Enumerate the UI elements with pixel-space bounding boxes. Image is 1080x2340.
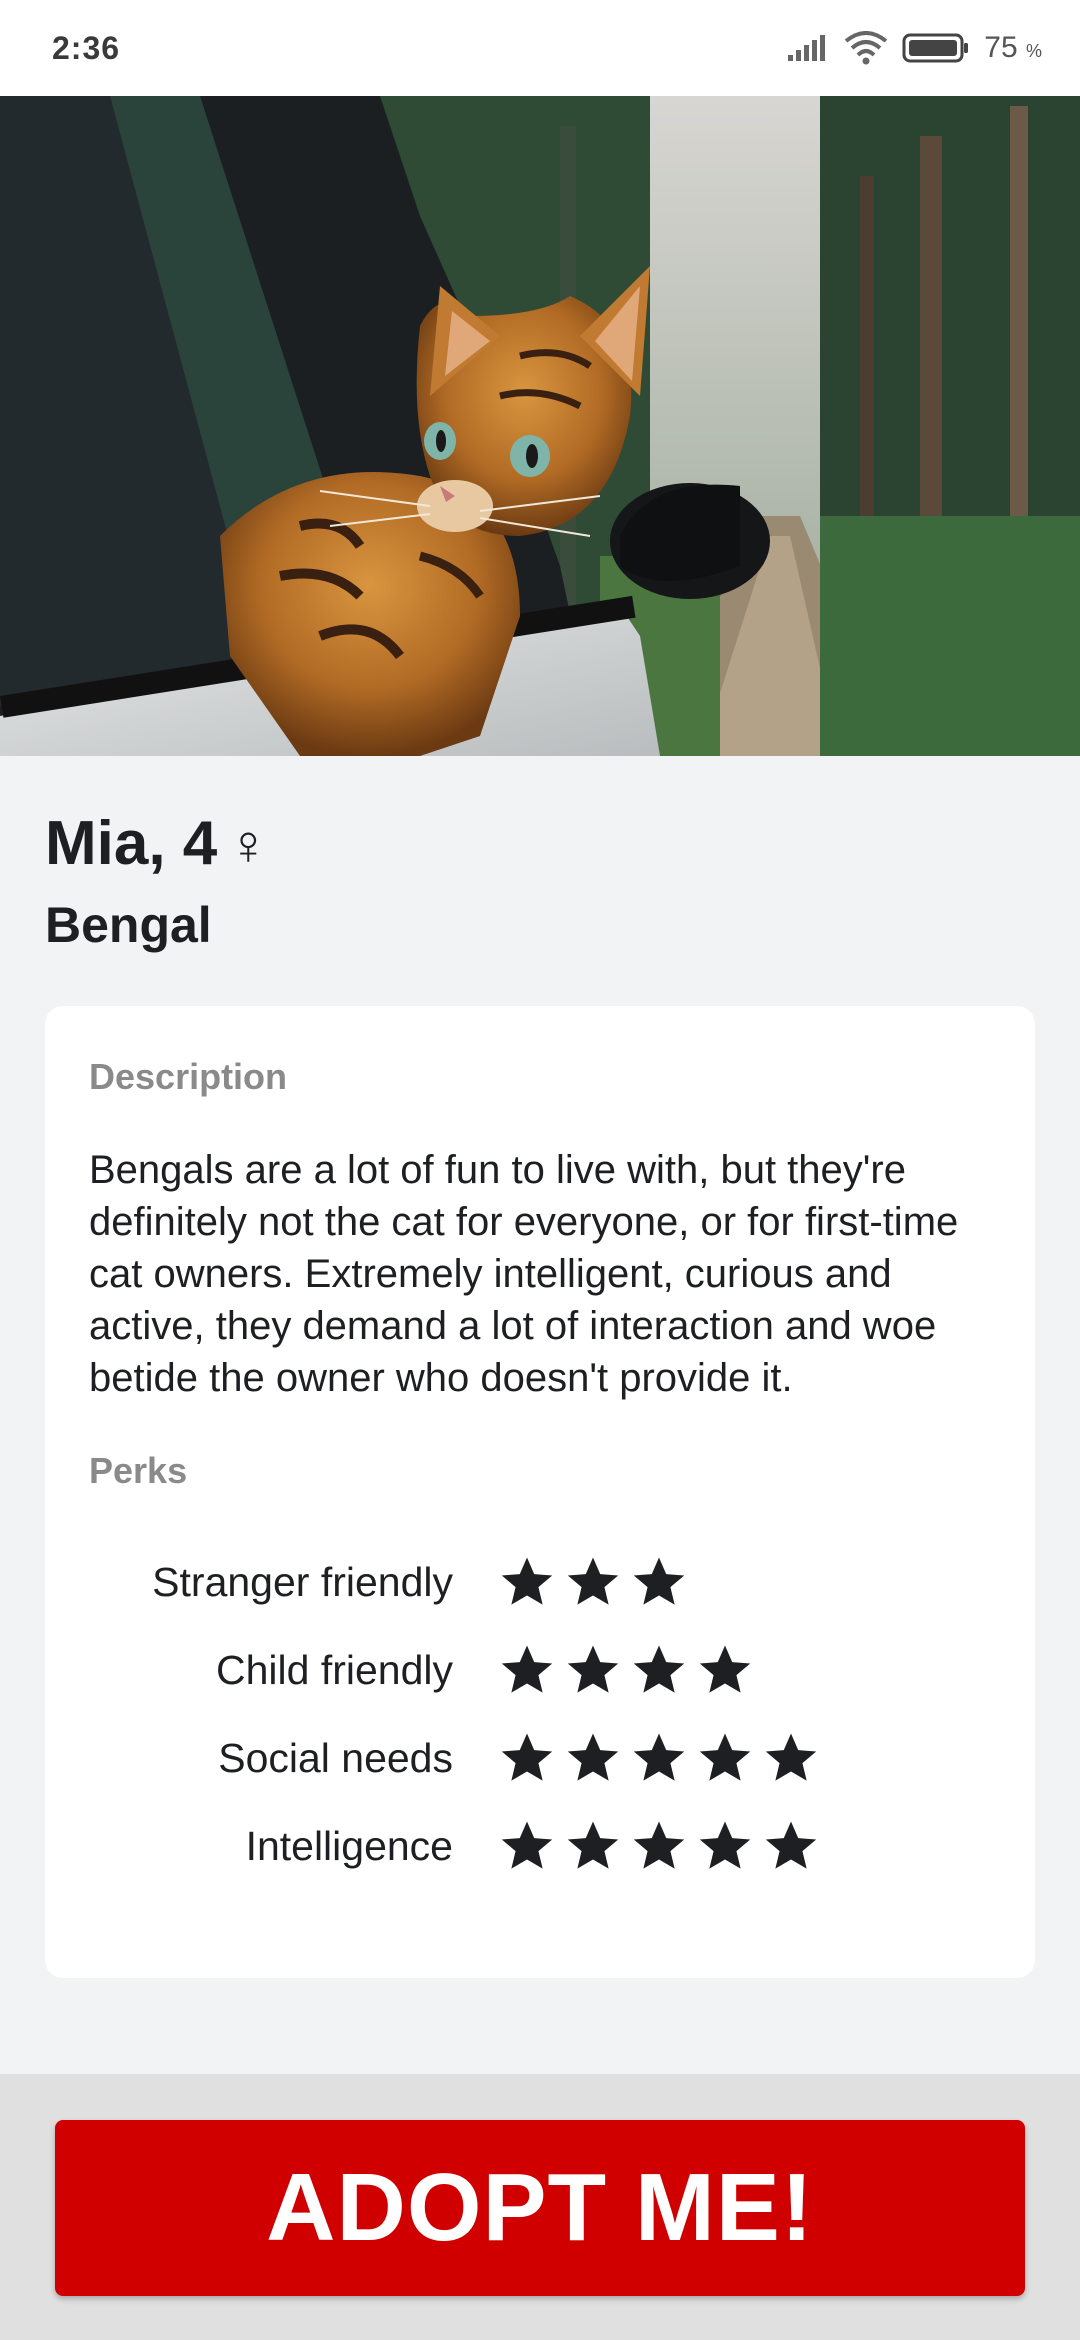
perk-rating [499, 1554, 687, 1610]
status-icons: 75 % [786, 31, 1042, 65]
perks-list: Stranger friendly Child friendly Social … [89, 1538, 991, 1890]
pet-name-age-text: Mia, 4 [45, 809, 218, 878]
signal-icon [788, 35, 826, 61]
description-label: Description [89, 1056, 288, 1097]
perk-rating [499, 1730, 819, 1786]
star-icon [567, 1733, 619, 1781]
pet-breed: Bengal [45, 897, 212, 953]
star-icon [567, 1821, 619, 1869]
star-icon [501, 1733, 553, 1781]
battery-value: 75 [984, 31, 1018, 64]
star-icon [633, 1645, 685, 1693]
status-time: 2:36 [52, 29, 121, 66]
pet-photo-illustration [0, 96, 1080, 756]
perk-label: Child friendly [216, 1646, 453, 1693]
star-icon [567, 1557, 619, 1605]
perk-rating [499, 1818, 819, 1874]
description-text: Bengals are a lot of fun to live with, b… [89, 1148, 959, 1400]
battery-icon [902, 33, 969, 63]
star-icon [765, 1733, 817, 1781]
star-icon [633, 1821, 685, 1869]
perk-label: Social needs [218, 1734, 453, 1781]
star-icon [633, 1557, 685, 1605]
perks-label: Perks [89, 1450, 188, 1491]
pet-name-age: Mia, 4 ♀ [45, 808, 269, 879]
status-bar: 2:36 75 % [0, 0, 1080, 96]
star-icon [501, 1821, 553, 1869]
star-icon [633, 1733, 685, 1781]
perk-row: Stranger friendly [89, 1538, 991, 1626]
star-icon [699, 1821, 751, 1869]
star-icon [501, 1557, 553, 1605]
info-card: Description Bengals are a lot of fun to … [45, 1006, 1035, 1978]
battery-unit: % [1025, 41, 1042, 61]
star-icon [699, 1733, 751, 1781]
wifi-icon [845, 31, 888, 65]
perk-label: Intelligence [245, 1822, 453, 1869]
perk-label: Stranger friendly [152, 1558, 453, 1605]
battery-level: 75 % [984, 31, 1042, 65]
star-icon [567, 1645, 619, 1693]
perk-row: Intelligence [89, 1802, 991, 1890]
female-icon: ♀ [227, 813, 270, 876]
bottom-action-bar: ADOPT ME! [0, 2074, 1080, 2340]
pet-photo [0, 96, 1080, 756]
perk-rating [499, 1642, 753, 1698]
perk-row: Social needs [89, 1714, 991, 1802]
adopt-button[interactable]: ADOPT ME! [55, 2120, 1025, 2296]
star-icon [699, 1645, 751, 1693]
perk-row: Child friendly [89, 1626, 991, 1714]
star-icon [765, 1821, 817, 1869]
star-icon [501, 1645, 553, 1693]
